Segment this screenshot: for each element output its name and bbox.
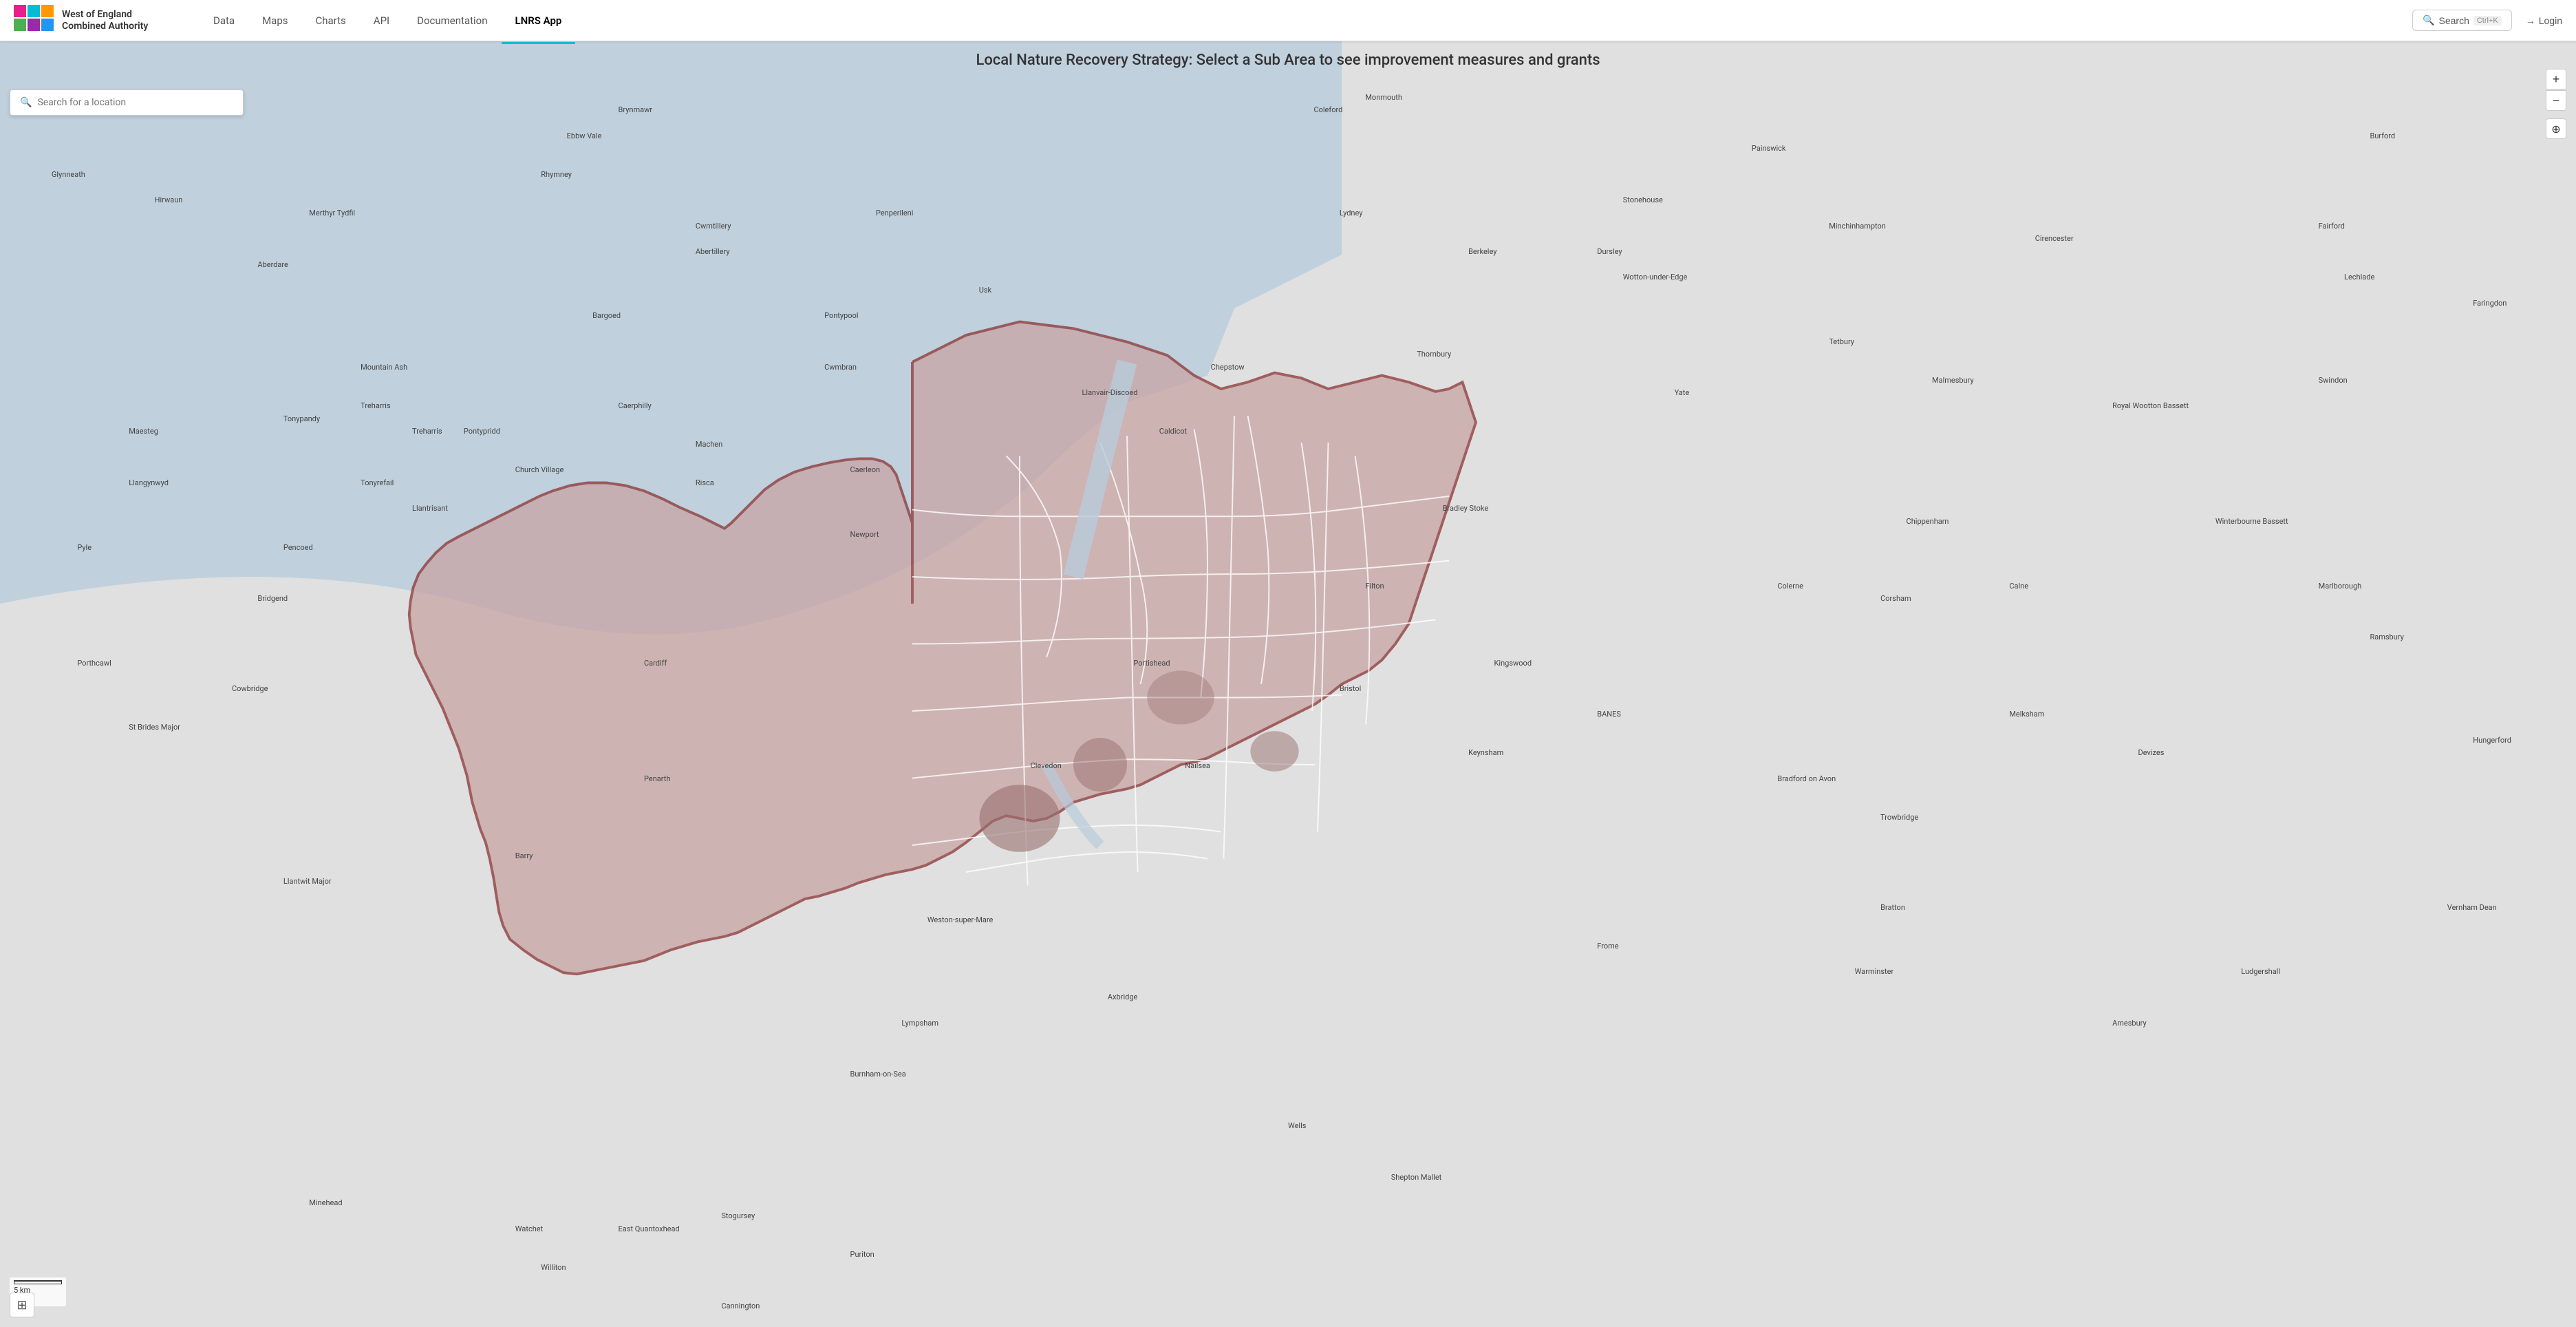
map-background — [0, 41, 2576, 1327]
logo-area: West of England Combined Authority — [14, 5, 172, 36]
compass-icon: ⊕ — [2551, 123, 2560, 136]
location-search-box: 🔍 — [10, 89, 244, 116]
search-icon: 🔍 — [2423, 14, 2434, 26]
layer-icon: ⊞ — [17, 1298, 27, 1313]
nav-item-charts[interactable]: Charts — [302, 10, 360, 31]
nav-item-documentation[interactable]: Documentation — [403, 10, 501, 31]
nav: Data Maps Charts API Documentation LNRS … — [200, 10, 2412, 31]
zoom-in-button[interactable]: + — [2546, 69, 2566, 89]
logo-icon — [14, 5, 55, 36]
search-button[interactable]: 🔍 Search Ctrl+K — [2412, 10, 2512, 31]
login-icon: → — [2526, 15, 2535, 26]
nav-item-lnrs-app[interactable]: LNRS App — [502, 10, 576, 31]
search-input[interactable] — [37, 97, 233, 108]
nav-item-data[interactable]: Data — [200, 10, 248, 31]
zoom-controls: + − — [2546, 69, 2566, 111]
layer-toggle-button[interactable]: ⊞ — [10, 1293, 34, 1317]
header: West of England Combined Authority Data … — [0, 0, 2576, 41]
compass-button[interactable]: ⊕ — [2546, 118, 2566, 139]
zoom-out-button[interactable]: − — [2546, 90, 2566, 111]
map-container[interactable]: Local Nature Recovery Strategy: Select a… — [0, 41, 2576, 1327]
login-button[interactable]: → Login — [2526, 15, 2562, 26]
login-label: Login — [2539, 15, 2562, 26]
keyboard-shortcut: Ctrl+K — [2473, 16, 2502, 25]
search-label: Search — [2439, 15, 2469, 26]
nav-item-api[interactable]: API — [360, 10, 403, 31]
org-name: West of England Combined Authority — [62, 9, 172, 32]
nav-item-maps[interactable]: Maps — [248, 10, 301, 31]
page-title: Local Nature Recovery Strategy: Select a… — [976, 52, 1600, 69]
scale-line — [14, 1280, 62, 1284]
search-icon: 🔍 — [20, 97, 32, 108]
